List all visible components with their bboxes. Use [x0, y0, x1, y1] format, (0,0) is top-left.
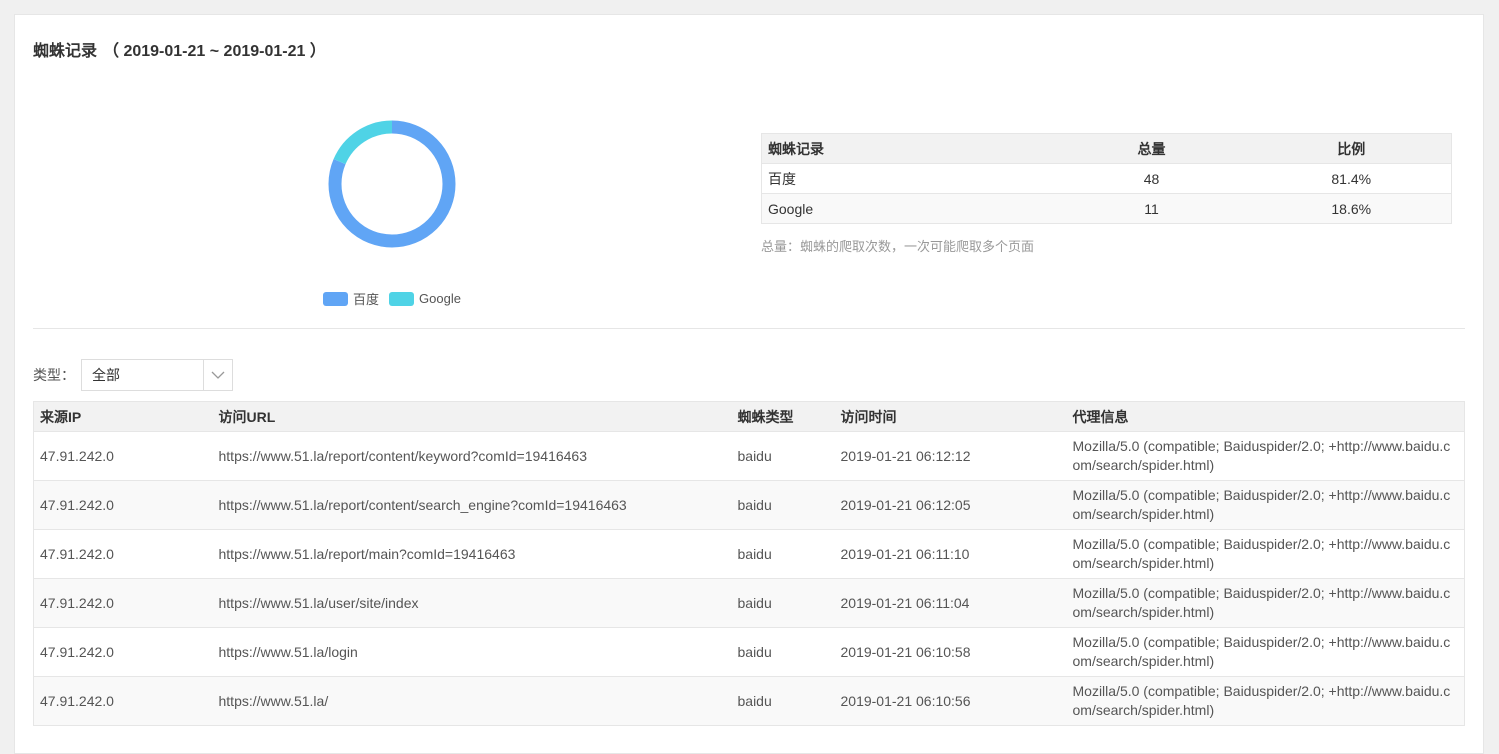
table-row: 47.91.242.0 https://www.51.la/report/main… — [33, 529, 1465, 579]
log-cell-url: https://www.51.la/ — [212, 676, 732, 726]
log-cell-ip: 47.91.242.0 — [33, 676, 213, 726]
summary-cell: 81.4% — [1251, 163, 1452, 194]
type-select[interactable]: 全部 — [81, 359, 233, 391]
filter-label: 类型： — [33, 367, 75, 383]
date-range: （ 2019-01-21 ~ 2019-01-21 ） — [103, 43, 326, 60]
summary-header-spider: 蜘蛛记录 — [761, 133, 1052, 164]
log-cell-type: baidu — [731, 431, 835, 481]
log-cell-url: https://www.51.la/report/main?comId=1941… — [212, 529, 732, 579]
summary-cell: 11 — [1051, 193, 1252, 224]
summary-cell: 百度 — [761, 163, 1052, 194]
log-cell-time: 2019-01-21 06:11:04 — [834, 578, 1067, 628]
summary-header-ratio: 比例 — [1251, 133, 1452, 164]
log-cell-type: baidu — [731, 627, 835, 677]
log-header-time: 访问时间 — [834, 401, 1067, 432]
summary-row: Google 11 18.6% — [761, 193, 1452, 224]
log-cell-url: https://www.51.la/login — [212, 627, 732, 677]
table-row: 47.91.242.0 https://www.51.la/report/cont… — [33, 480, 1465, 530]
log-cell-type: baidu — [731, 578, 835, 628]
legend-item[interactable]: 百度 — [323, 289, 379, 308]
log-cell-url: https://www.51.la/user/site/index — [212, 578, 732, 628]
log-cell-agent: Mozilla/5.0 (compatible; Baiduspider/2.0… — [1066, 627, 1465, 677]
log-cell-agent: Mozilla/5.0 (compatible; Baiduspider/2.0… — [1066, 431, 1465, 481]
log-header-ip: 来源IP — [33, 401, 213, 432]
log-cell-time: 2019-01-21 06:12:05 — [834, 480, 1067, 530]
spider-donut-chart — [328, 120, 456, 248]
log-cell-agent: Mozilla/5.0 (compatible; Baiduspider/2.0… — [1066, 529, 1465, 579]
table-row: 47.91.242.0 https://www.51.la/baidu 2019-0… — [33, 676, 1465, 726]
type-filter: 类型： 全部 — [33, 359, 233, 391]
log-cell-url: https://www.51.la/report/content/search_… — [212, 480, 732, 530]
legend-item[interactable]: Google — [389, 291, 461, 306]
page-title: 蜘蛛记录 （ 2019-01-21 ~ 2019-01-21 ） — [33, 37, 326, 61]
log-cell-type: baidu — [731, 480, 835, 530]
chart-legend: 百度 Google — [323, 289, 471, 308]
spider-log-table: 来源IP 访问URL 蜘蛛类型 访问时间 代理信息 47.91.242.0 htt… — [33, 401, 1465, 726]
log-cell-agent: Mozilla/5.0 (compatible; Baiduspider/2.0… — [1066, 676, 1465, 726]
log-cell-ip: 47.91.242.0 — [33, 578, 213, 628]
log-cell-ip: 47.91.242.0 — [33, 480, 213, 530]
legend-label: Google — [419, 291, 461, 306]
table-row: 47.91.242.0 https://www.51.la/login baidu 2… — [33, 627, 1465, 677]
chevron-down-icon[interactable] — [203, 360, 232, 390]
title-text: 蜘蛛记录 — [33, 43, 98, 60]
log-cell-type: baidu — [731, 529, 835, 579]
log-cell-ip: 47.91.242.0 — [33, 627, 213, 677]
log-header-type: 蜘蛛类型 — [731, 401, 835, 432]
section-divider — [33, 328, 1465, 329]
type-select-value: 全部 — [92, 367, 120, 383]
legend-swatch — [389, 291, 415, 306]
spider-record-card: 蜘蛛记录（ 2019-01-21 ~ 2019-01-21 ） 百度 Google… — [14, 14, 1484, 754]
log-cell-time: 2019-01-21 06:10:58 — [834, 627, 1067, 677]
table-row: 47.91.242.0 https://www.51.la/user/site/i… — [33, 578, 1465, 628]
log-cell-url: https://www.51.la/report/content/keyword… — [212, 431, 732, 481]
log-header-url: 访问URL — [212, 401, 732, 432]
log-cell-ip: 47.91.242.0 — [33, 431, 213, 481]
summary-header-row: 蜘蛛记录 总量 比例 — [761, 133, 1452, 164]
log-cell-ip: 47.91.242.0 — [33, 529, 213, 579]
log-cell-time: 2019-01-21 06:12:12 — [834, 431, 1067, 481]
log-cell-time: 2019-01-21 06:11:10 — [834, 529, 1067, 579]
log-header-row: 来源IP 访问URL 蜘蛛类型 访问时间 代理信息 — [33, 401, 1465, 432]
summary-note: 总量：蜘蛛的爬取次数，一次可能爬取多个页面 — [761, 239, 1035, 254]
log-cell-agent: Mozilla/5.0 (compatible; Baiduspider/2.0… — [1066, 578, 1465, 628]
summary-row: 百度 48 81.4% — [761, 163, 1452, 194]
legend-label: 百度 — [353, 292, 380, 307]
log-cell-time: 2019-01-21 06:10:56 — [834, 676, 1067, 726]
summary-cell: Google — [761, 193, 1052, 224]
legend-swatch — [323, 291, 348, 306]
summary-header-total: 总量 — [1051, 133, 1252, 164]
log-cell-type: baidu — [731, 676, 835, 726]
log-header-agent: 代理信息 — [1066, 401, 1465, 432]
summary-cell: 48 — [1051, 163, 1252, 194]
log-cell-agent: Mozilla/5.0 (compatible; Baiduspider/2.0… — [1066, 480, 1465, 530]
summary-cell: 18.6% — [1251, 193, 1452, 224]
summary-table: 蜘蛛记录 总量 比例 百度 48 81.4% Google 11 18.6% — [761, 133, 1452, 224]
table-row: 47.91.242.0 https://www.51.la/report/cont… — [33, 431, 1465, 481]
